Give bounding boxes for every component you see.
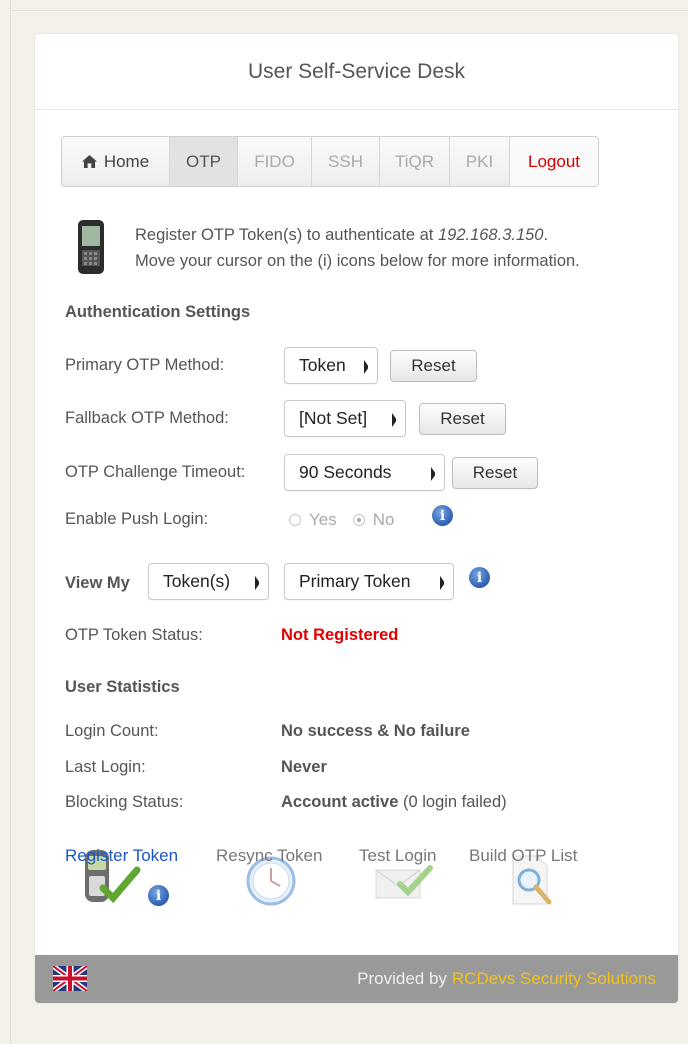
fallback-otp-value: [Not Set]	[299, 408, 368, 428]
select-caret-icon	[392, 413, 396, 427]
tab-pki[interactable]: PKI	[450, 137, 510, 186]
page-title: User Self-Service Desk	[35, 34, 678, 110]
view-my-label: View My	[65, 574, 130, 592]
main-nav: Home OTP FIDO SSH TiQR PKI Logout	[61, 136, 599, 187]
self-service-panel: User Self-Service Desk Home OTP FIDO SSH…	[35, 34, 678, 1003]
last-login-label: Last Login:	[65, 758, 146, 776]
test-login-link[interactable]: Test Login	[359, 846, 437, 866]
footer-brand-link[interactable]: RCDevs Security Solutions	[452, 969, 656, 989]
nav-home-label: Home	[103, 151, 150, 171]
uk-flag-icon[interactable]	[53, 966, 87, 991]
push-yes-radio[interactable]	[289, 514, 301, 526]
push-login-label: Enable Push Login:	[65, 510, 209, 528]
token-select-value: Primary Token	[299, 571, 411, 591]
auth-settings-heading: Authentication Settings	[65, 303, 251, 321]
primary-otp-label: Primary OTP Method:	[65, 356, 225, 374]
intro-text: Register OTP Token(s) to authenticate at…	[135, 222, 675, 274]
select-caret-icon	[364, 360, 368, 374]
login-count-label: Login Count:	[65, 722, 159, 740]
push-yes-label: Yes	[309, 510, 337, 529]
fallback-reset-button[interactable]: Reset	[419, 403, 506, 435]
select-caret-icon	[440, 576, 444, 590]
info-icon[interactable]: i	[469, 567, 490, 588]
select-caret-icon	[255, 576, 259, 590]
page-top-border	[10, 10, 688, 11]
login-count-value: No success & No failure	[281, 722, 470, 740]
token-status-label: OTP Token Status:	[65, 626, 203, 644]
blocking-status-label: Blocking Status:	[65, 793, 184, 811]
resync-token-link[interactable]: Resync Token	[216, 846, 322, 866]
register-token-link[interactable]: Register Token	[65, 846, 178, 866]
intro-line2: Move your cursor on the (i) icons below …	[135, 252, 580, 270]
tab-ssh[interactable]: SSH	[312, 137, 380, 186]
envelope-check-icon[interactable]	[374, 862, 434, 902]
token-status-value: Not Registered	[281, 626, 399, 644]
push-login-radio-group: Yes No	[289, 510, 394, 530]
blocking-status-text: Account active	[281, 793, 399, 811]
tab-fido[interactable]: FIDO	[238, 137, 312, 186]
timeout-label: OTP Challenge Timeout:	[65, 463, 246, 481]
blocking-status-note: (0 login failed)	[402, 793, 507, 811]
phone-token-icon	[78, 220, 104, 274]
primary-otp-select[interactable]: Token	[284, 347, 378, 384]
home-icon	[81, 155, 97, 168]
blocking-status-value: Account active (0 login failed)	[281, 793, 507, 812]
intro-block: Register OTP Token(s) to authenticate at…	[77, 220, 580, 274]
push-no-radio[interactable]	[352, 514, 365, 526]
fallback-otp-label: Fallback OTP Method:	[65, 409, 229, 427]
intro-line1-suffix: .	[543, 226, 549, 244]
page-left-border	[10, 0, 11, 1044]
nav-home[interactable]: Home	[62, 137, 170, 186]
info-icon[interactable]: i	[432, 505, 453, 526]
last-login-value: Never	[281, 758, 327, 776]
timeout-value: 90 Seconds	[299, 462, 392, 482]
tab-tiqr[interactable]: TiQR	[380, 137, 450, 186]
intro-host: 192.168.3.150	[437, 226, 544, 244]
primary-reset-button[interactable]: Reset	[390, 350, 477, 382]
primary-otp-value: Token	[299, 355, 346, 375]
token-select[interactable]: Primary Token	[284, 563, 454, 600]
view-type-value: Token(s)	[163, 571, 231, 591]
logout-button[interactable]: Logout	[510, 137, 598, 186]
footer-provided-by: Provided by	[357, 969, 447, 988]
info-icon[interactable]: i	[148, 885, 169, 906]
intro-line1-prefix: Register OTP Token(s) to authenticate at	[135, 226, 438, 244]
fallback-otp-select[interactable]: [Not Set]	[284, 400, 406, 437]
tab-otp[interactable]: OTP	[170, 137, 238, 186]
select-caret-icon	[431, 467, 435, 481]
user-stats-heading: User Statistics	[65, 678, 180, 696]
push-no-label: No	[372, 510, 395, 529]
footer-bar: Provided by RCDevs Security Solutions	[35, 955, 678, 1003]
timeout-reset-button[interactable]: Reset	[452, 457, 538, 489]
build-otp-list-link[interactable]: Build OTP List	[469, 846, 577, 866]
view-type-select[interactable]: Token(s)	[148, 563, 269, 600]
timeout-select[interactable]: 90 Seconds	[284, 454, 445, 491]
